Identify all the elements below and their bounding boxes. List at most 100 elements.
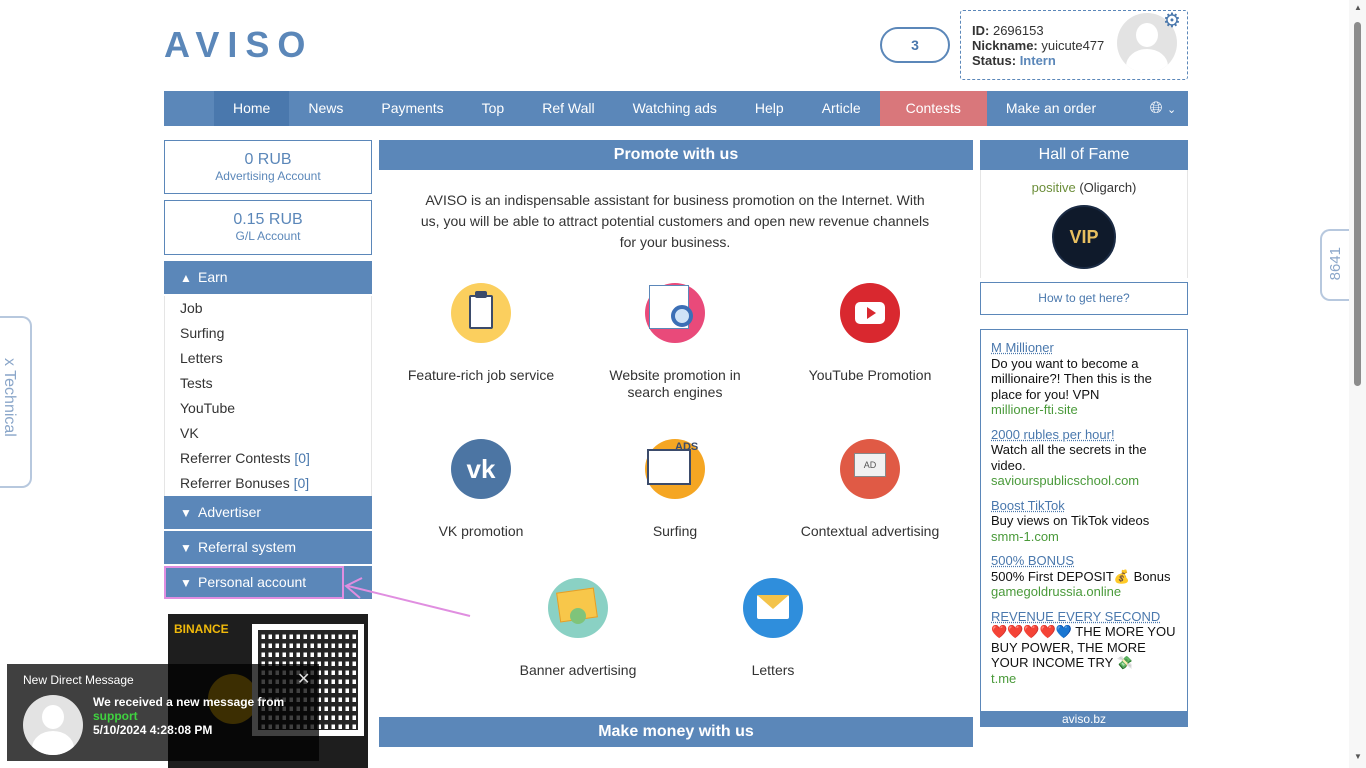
seo-magnifier-icon — [645, 283, 705, 343]
ad-item: M Millioner Do you want to become a mill… — [991, 340, 1177, 418]
hof-rank: (Oligarch) — [1079, 180, 1137, 195]
menu-advertiser[interactable]: ▼ Advertiser — [164, 496, 372, 529]
ad-title[interactable]: REVENUE EVERY SECOND — [991, 609, 1177, 625]
nav-watching-ads[interactable]: Watching ads — [614, 91, 736, 126]
earn-menu-list: Job Surfing Letters Tests YouTube VK Ref… — [164, 296, 372, 496]
service-surfing[interactable]: ADS Surfing — [595, 439, 755, 540]
chevron-up-icon: ▲ — [180, 271, 192, 285]
hall-of-fame-body: positive (Oligarch) VIP — [980, 170, 1188, 278]
service-youtube[interactable]: YouTube Promotion — [790, 283, 950, 384]
nav-top[interactable]: Top — [463, 91, 524, 126]
ads-footer[interactable]: aviso.bz — [980, 711, 1188, 727]
menu-item-referrer-contests[interactable]: Referrer Contests [0] — [165, 446, 371, 471]
advertising-account[interactable]: 0 RUB Advertising Account — [164, 140, 372, 194]
direct-message-toast: New Direct Message ✕ We received a new m… — [7, 664, 319, 761]
text-ads-box: M Millioner Do you want to become a mill… — [980, 329, 1188, 727]
ad-desc: ❤️❤️❤️❤️💙 THE MORE YOU BUY POWER, THE MO… — [991, 624, 1176, 670]
menu-item-letters[interactable]: Letters — [165, 346, 371, 371]
ad-item: 2000 rubles per hour! Watch all the secr… — [991, 427, 1177, 489]
hof-username[interactable]: positive — [1032, 180, 1076, 195]
user-id: 2696153 — [992, 23, 1044, 38]
toast-time: 5/10/2024 4:28:08 PM — [93, 723, 213, 737]
service-contextual[interactable]: AD Contextual advertising — [790, 439, 950, 540]
notification-counter[interactable]: 3 — [880, 27, 950, 63]
vip-group-logo: VIP — [1052, 205, 1116, 269]
chevron-down-icon: ▼ — [180, 541, 192, 555]
technical-tab[interactable]: x Technical — [0, 316, 32, 488]
ad-url[interactable]: gamegoldrussia.online — [991, 584, 1177, 600]
make-money-title: Make money with us — [379, 717, 973, 747]
ad-desc: Do you want to become a millionaire?! Th… — [991, 355, 1152, 402]
gl-account[interactable]: 0.15 RUB G/L Account — [164, 200, 372, 255]
page: AVISO 3 ID: 2696153 Nickname: yuicute477… — [0, 0, 1366, 768]
envelope-icon — [743, 578, 803, 638]
site-logo[interactable]: AVISO — [164, 24, 313, 66]
scrollbar-thumb[interactable] — [1354, 22, 1361, 386]
nav-contests[interactable]: Contests — [879, 91, 987, 126]
ad-url[interactable]: smm-1.com — [991, 529, 1177, 545]
user-status[interactable]: Intern — [1020, 53, 1056, 68]
close-icon[interactable]: ✕ — [297, 669, 310, 689]
menu-item-job[interactable]: Job — [165, 296, 371, 321]
vk-icon: vk — [451, 439, 511, 499]
advertising-label: Advertising Account — [215, 169, 321, 183]
service-job[interactable]: Feature-rich job service — [401, 283, 561, 384]
promote-title: Promote with us — [379, 140, 973, 170]
banner-icon — [548, 578, 608, 638]
ad-title[interactable]: M Millioner — [991, 340, 1177, 356]
nav-make-order[interactable]: Make an order — [987, 91, 1115, 126]
menu-item-surfing[interactable]: Surfing — [165, 321, 371, 346]
ad-url[interactable]: t.me — [991, 671, 1177, 687]
menu-referral-system[interactable]: ▼ Referral system — [164, 531, 372, 564]
ad-board-icon: AD — [840, 439, 900, 499]
hall-of-fame-title: Hall of Fame — [980, 140, 1188, 170]
scroll-up-icon[interactable]: ▲ — [1354, 3, 1362, 12]
service-banner[interactable]: Banner advertising — [498, 578, 658, 679]
chevron-down-icon: ▼ — [180, 506, 192, 520]
ad-url[interactable]: millioner-fti.site — [991, 402, 1177, 418]
nav-help[interactable]: Help — [736, 91, 803, 126]
binance-logo: BINANCE — [174, 622, 229, 636]
language-selector[interactable]: 🌐︎ ⌄ — [1138, 91, 1188, 126]
nav-news[interactable]: News — [289, 91, 362, 126]
gl-label: G/L Account — [235, 229, 301, 243]
ad-url[interactable]: saviourspublicschool.com — [991, 473, 1177, 489]
gl-amount: 0.15 RUB — [233, 211, 303, 228]
toast-message: We received a new message from support 5… — [93, 695, 285, 737]
menu-item-vk[interactable]: VK — [165, 421, 371, 446]
ad-desc: Buy views on TikTok videos — [991, 513, 1150, 528]
service-seo[interactable]: Website promotion in search engines — [595, 283, 755, 401]
ad-title[interactable]: 500% BONUS — [991, 553, 1177, 569]
ad-desc: 500% First DEPOSIT💰 Bonus — [991, 568, 1171, 584]
highlight-box — [164, 566, 344, 599]
avatar — [23, 695, 83, 755]
nav-payments[interactable]: Payments — [362, 91, 462, 126]
menu-item-referrer-bonuses[interactable]: Referrer Bonuses [0] — [165, 471, 371, 496]
menu-item-tests[interactable]: Tests — [165, 371, 371, 396]
scroll-down-icon[interactable]: ▼ — [1354, 752, 1362, 761]
ad-title[interactable]: Boost TikTok — [991, 498, 1177, 514]
nav-home[interactable]: Home — [214, 91, 290, 126]
scrollbar[interactable]: ▲ ▼ — [1349, 0, 1366, 768]
service-letters[interactable]: Letters — [693, 578, 853, 679]
ad-title[interactable]: 2000 rubles per hour! — [991, 427, 1177, 443]
menu-item-youtube[interactable]: YouTube — [165, 396, 371, 421]
how-to-get-here-button[interactable]: How to get here? — [980, 282, 1188, 315]
gear-icon[interactable]: ⚙ — [1163, 11, 1183, 31]
ads-icon: ADS — [645, 439, 705, 499]
toast-title: New Direct Message — [23, 673, 134, 687]
clipboard-icon — [451, 283, 511, 343]
menu-earn[interactable]: ▲ Earn — [164, 261, 372, 294]
globe-icon: 🌐︎ — [1149, 100, 1163, 117]
toast-sender[interactable]: support — [93, 709, 284, 723]
online-count-tab[interactable]: 8641 — [1320, 229, 1352, 301]
ad-item: Boost TikTok Buy views on TikTok videos … — [991, 498, 1177, 545]
nav-ref-wall[interactable]: Ref Wall — [523, 91, 613, 126]
service-vk[interactable]: vk VK promotion — [401, 439, 561, 540]
youtube-icon — [840, 283, 900, 343]
hall-of-fame-user: positive (Oligarch) — [981, 180, 1187, 195]
advertising-amount: 0 RUB — [244, 151, 292, 168]
nav-article[interactable]: Article — [803, 91, 880, 126]
ad-item: REVENUE EVERY SECOND ❤️❤️❤️❤️💙 THE MORE … — [991, 609, 1177, 687]
intro-text: AVISO is an indispensable assistant for … — [420, 192, 930, 250]
